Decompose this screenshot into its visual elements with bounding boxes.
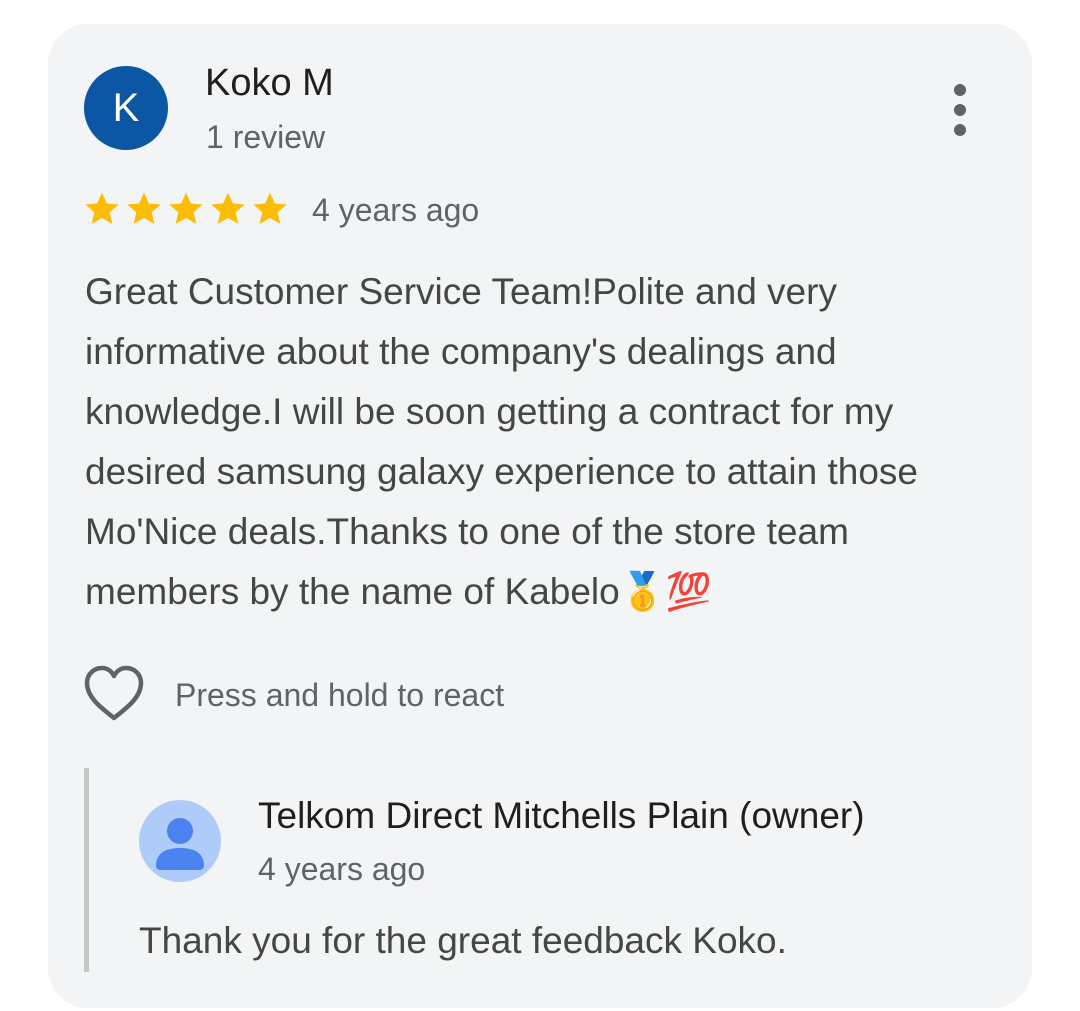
- reviewer-name[interactable]: Koko M: [205, 60, 334, 106]
- star-icon: [85, 192, 119, 224]
- reviewer-review-count: 1 review: [206, 119, 326, 155]
- more-vert-icon[interactable]: [938, 80, 982, 140]
- owner-reply-text: Thank you for the great feedback Koko.: [139, 920, 787, 961]
- heart-outline-icon[interactable]: [82, 664, 146, 724]
- star-icon: [253, 192, 287, 224]
- owner-name[interactable]: Telkom Direct Mitchells Plain (owner): [258, 793, 865, 839]
- review-time: 4 years ago: [312, 192, 480, 228]
- reviewer-avatar[interactable]: K: [84, 66, 168, 150]
- reply-divider: [84, 768, 89, 972]
- star-icon: [127, 192, 161, 224]
- star-rating: [82, 186, 292, 232]
- star-icon: [211, 192, 245, 224]
- reviewer-avatar-initial: K: [112, 85, 140, 130]
- person-icon[interactable]: [139, 800, 221, 882]
- star-icon: [169, 192, 203, 224]
- react-hint[interactable]: Press and hold to react: [175, 674, 504, 716]
- owner-reply-time: 4 years ago: [258, 851, 426, 887]
- review-text: Great Customer Service Team!Polite and v…: [85, 271, 919, 612]
